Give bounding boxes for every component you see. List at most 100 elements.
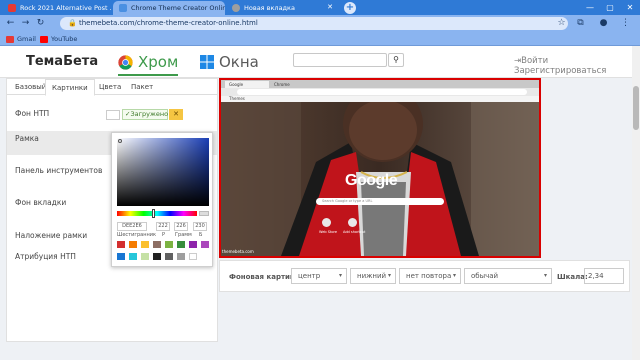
chevron-down-icon: ▾ [338,272,342,279]
site-logo[interactable]: ТемаБета [26,54,98,69]
green-input[interactable]: 226 [174,222,188,231]
google-logo: Google [345,172,398,189]
row-toolbar: Панель инструментов [15,166,103,175]
tab-images[interactable]: Картинки [45,79,95,96]
minimize-icon[interactable]: — [580,0,600,15]
bookmark-gmail[interactable]: Gmail [6,34,36,44]
new-tab-button[interactable]: + [344,2,356,14]
web-page: ТемаБета Хром Окна ⚲ ⇥Войти Зарегистриро… [0,46,640,360]
browser-tab-rock[interactable]: Rock 2021 Alternative Post ... × [2,1,112,15]
position-y-select[interactable]: нижний ▾ [350,268,396,284]
scrollbar-thumb[interactable] [633,86,639,130]
reload-icon[interactable]: ↻ [35,18,46,29]
search-input[interactable] [293,53,387,67]
theme-preview: Google Chrome Themes Google Search Googl… [219,78,541,258]
color-swatch[interactable] [189,253,197,260]
color-swatch[interactable] [177,241,185,248]
select-value: нижний [357,272,387,280]
preview-omnibox [237,89,527,95]
close-tab-icon[interactable]: ✕ [327,3,333,11]
chevron-down-icon: ▾ [452,272,456,279]
remove-upload-button[interactable]: ✕ [169,109,183,120]
position-x-select[interactable]: центр ▾ [291,268,347,284]
preview-tab: Google [225,81,269,88]
page-scrollbar[interactable] [632,46,640,360]
tab-package[interactable]: Пакет [125,79,159,95]
tab-strip: Rock 2021 Alternative Post ... × Chrome … [0,0,640,15]
login-text: Войти Зарегистрироваться [514,56,607,76]
red-input[interactable]: 222 [156,222,170,231]
hue-slider[interactable] [117,211,197,216]
blue-label: Б [199,232,203,238]
star-icon[interactable]: ☆ [556,18,567,29]
windows-logo-icon [200,55,214,69]
picker-cursor[interactable] [118,139,122,143]
select-value: центр [298,272,321,280]
tab-favicon-icon [232,4,240,12]
upload-status-badge: ✓Загружено [122,109,168,120]
tab-title: Chrome Theme Creator Online — созд... [131,4,225,12]
color-swatch[interactable] [117,253,125,260]
row-tab-background: Фон вкладки [15,198,67,207]
preview-tab: Chrome [274,82,290,87]
green-label: Грамм [175,232,192,238]
blue-input[interactable]: 230 [193,222,207,231]
login-link[interactable]: ⇥Войти Зарегистрироваться [514,56,632,76]
color-swatch[interactable] [129,241,137,248]
tab-windows[interactable]: Окна [200,52,259,72]
browser-tab-theme-creator[interactable]: Chrome Theme Creator Online — созд... [113,1,225,15]
url-text: themebeta.com/chrome-theme-creator-onlin… [78,19,258,27]
color-swatch[interactable] [153,253,161,260]
color-swatch[interactable] [141,241,149,248]
extensions-icon[interactable]: ⧉ [575,18,586,29]
color-swatch[interactable] [165,241,173,248]
row-frame: Рамка [15,134,39,143]
chevron-down-icon: ▾ [543,272,547,279]
browser-toolbar: ← → ↻ 🔒 themebeta.com/chrome-theme-creat… [0,15,640,32]
color-swatch[interactable] [201,241,209,248]
bookmark-youtube[interactable]: YouTube [40,34,77,44]
profile-icon[interactable]: ● [598,18,609,29]
bookmark-label: YouTube [51,35,78,43]
repeat-select[interactable]: нет повтора ▾ [399,268,461,284]
menu-icon[interactable]: ⋮ [620,18,631,29]
color-swatch[interactable] [165,253,173,260]
forward-icon[interactable]: → [20,18,31,29]
row-ntp-background: Фон НТП [15,109,50,118]
color-swatch[interactable] [117,241,125,248]
maximize-icon[interactable]: ▢ [600,0,620,15]
preview-footer: themebeta.com [222,249,254,254]
color-swatch[interactable] [141,253,149,260]
select-value: обычай [471,272,499,280]
color-swatch[interactable] [177,253,185,260]
search-icon: ⚲ [393,55,399,64]
tab-favicon-icon [119,4,127,12]
hex-label: Шестигранник [117,232,157,238]
scale-input[interactable]: 2,34 [584,268,624,284]
upload-status-text: Загружено [130,110,169,118]
browser-tab-new[interactable]: Новая вкладка ✕ [226,1,338,15]
preview-shortcut-add-icon [348,218,357,227]
red-label: Р [162,232,166,238]
background-controls: Фоновая картинка: центр ▾ нижний ▾ нет пов… [219,260,630,292]
hex-input[interactable]: DEE2E6 [117,222,147,231]
tab-chrome[interactable]: Хром [118,52,179,76]
tab-title: Rock 2021 Alternative Post ... × [20,4,112,12]
ntp-color-swatch[interactable] [106,110,120,120]
back-icon[interactable]: ← [5,18,16,29]
size-select[interactable]: обычай ▾ [464,268,552,284]
search-button[interactable]: ⚲ [388,53,404,67]
color-swatch[interactable] [189,241,197,248]
preview-shortcut-label: Add shortcut [343,230,366,234]
address-bar[interactable]: 🔒 themebeta.com/chrome-theme-creator-onl… [60,17,568,30]
tab-colors[interactable]: Цвета [93,79,127,95]
color-swatch[interactable] [153,241,161,248]
close-window-icon[interactable]: ✕ [620,0,640,15]
hue-slider-thumb[interactable] [152,209,155,218]
alpha-slider[interactable] [199,211,209,216]
preview-shortcut-webstore-icon [322,218,331,227]
preview-tabstrip: Google Chrome [221,80,539,88]
saturation-value-field[interactable] [117,138,209,206]
color-picker: DEE2E6 222 226 230 Шестигранник Р Грамм … [111,132,213,267]
color-swatch[interactable] [129,253,137,260]
